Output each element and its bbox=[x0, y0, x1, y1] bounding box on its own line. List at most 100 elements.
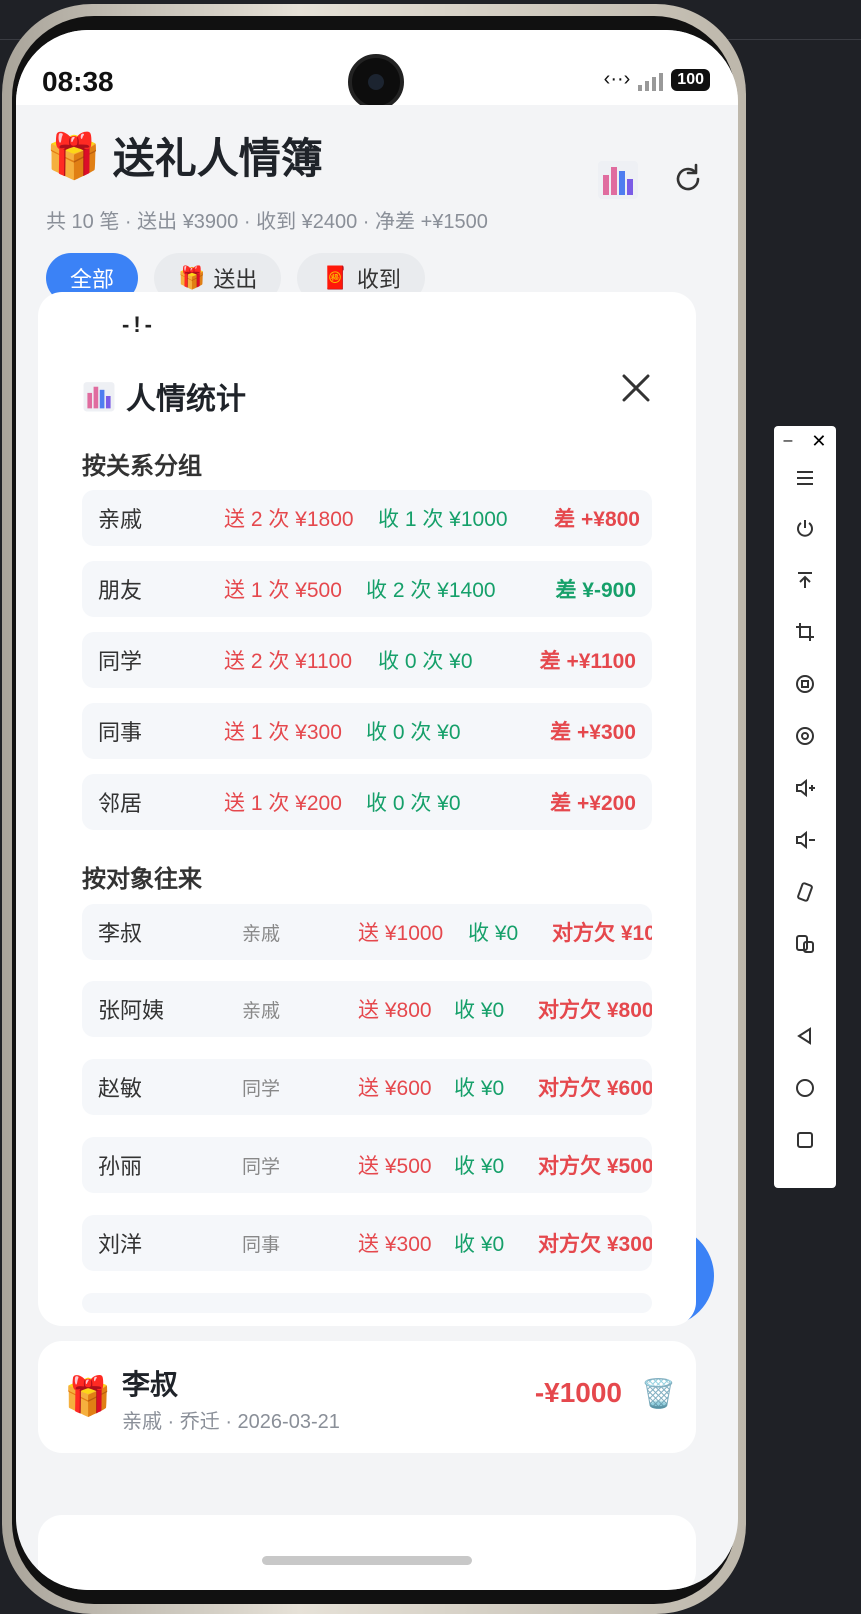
relation-row: 同事 送 1 次 ¥300 收 0 次 ¥0 差 +¥300 bbox=[82, 703, 652, 759]
crop-button[interactable] bbox=[774, 612, 836, 652]
sent-summary: 送 2 次 ¥1100 bbox=[224, 650, 353, 673]
sent-summary: 送 1 次 ¥500 bbox=[224, 579, 342, 602]
record-icon bbox=[796, 727, 814, 745]
menu-icon bbox=[797, 471, 813, 485]
person-name: 刘洋 bbox=[98, 1232, 143, 1257]
refresh-button[interactable] bbox=[666, 157, 710, 201]
person-row: 张阿姨 亲戚 送 ¥800 收 ¥0 对方欠 ¥800 bbox=[82, 981, 652, 1037]
difference-value: 差 +¥800 bbox=[554, 508, 640, 531]
sent-amount: 送 ¥300 bbox=[358, 1233, 432, 1256]
tab-label: 收到 bbox=[356, 267, 401, 292]
person-name: 孙丽 bbox=[98, 1154, 143, 1179]
balance-value: 对方欠 ¥500 bbox=[538, 1155, 652, 1178]
overview-button[interactable] bbox=[774, 1120, 836, 1160]
back-button[interactable] bbox=[774, 1016, 836, 1056]
close-modal-button[interactable] bbox=[616, 368, 656, 408]
gift-icon: 🎁 bbox=[46, 131, 101, 181]
person-relation: 亲戚 bbox=[242, 923, 281, 945]
nfc-icon: ‹··› bbox=[603, 68, 631, 90]
received-amount: 收 ¥0 bbox=[468, 922, 519, 945]
trash-icon[interactable]: 🗑️ bbox=[641, 1377, 676, 1410]
screenshot-icon bbox=[796, 675, 814, 693]
relation-name: 亲戚 bbox=[98, 507, 143, 532]
home-indicator[interactable] bbox=[262, 1556, 472, 1565]
sent-amount: 送 ¥600 bbox=[358, 1077, 432, 1100]
person-relation: 同学 bbox=[242, 1156, 281, 1178]
person-relation: 同事 bbox=[242, 1234, 281, 1256]
status-bar: 08:38 ‹··› 100 bbox=[16, 30, 738, 110]
record-card-partial bbox=[38, 1515, 696, 1590]
tab-label: 全部 bbox=[70, 267, 115, 292]
close-icon bbox=[622, 374, 650, 402]
relation-row: 亲戚 送 2 次 ¥1800 收 1 次 ¥1000 差 +¥800 bbox=[82, 490, 652, 546]
sent-summary: 送 2 次 ¥1800 bbox=[224, 508, 354, 531]
home-icon bbox=[796, 1079, 814, 1097]
relation-row: 朋友 送 1 次 ¥500 收 2 次 ¥1400 差 ¥-900 bbox=[82, 561, 652, 617]
sent-summary: 送 1 次 ¥200 bbox=[224, 792, 342, 815]
red-envelope-icon: 🧧 bbox=[321, 265, 349, 290]
fold-icon bbox=[796, 935, 814, 953]
received-amount: 收 ¥0 bbox=[454, 1077, 505, 1100]
record-name: 李叔 bbox=[122, 1369, 179, 1400]
window-controls: – ✕ bbox=[774, 426, 836, 456]
volume-down-button[interactable] bbox=[774, 820, 836, 860]
screenshot-button[interactable] bbox=[774, 664, 836, 704]
person-row: 李叔 亲戚 送 ¥1000 收 ¥0 对方欠 ¥1000 bbox=[82, 904, 652, 960]
home-button[interactable] bbox=[774, 1068, 836, 1108]
relation-name: 邻居 bbox=[98, 791, 143, 816]
section-heading-relation: 按关系分组 bbox=[82, 453, 202, 480]
person-name: 张阿姨 bbox=[98, 998, 165, 1023]
power-icon bbox=[797, 520, 813, 537]
volume-down-icon bbox=[796, 830, 815, 850]
modal-title: 人情统计 bbox=[126, 383, 246, 416]
relation-name: 同学 bbox=[98, 649, 143, 674]
received-summary: 收 0 次 ¥0 bbox=[366, 721, 461, 744]
received-summary: 收 1 次 ¥1000 bbox=[378, 508, 508, 531]
received-summary: 收 0 次 ¥0 bbox=[378, 650, 473, 673]
gift-icon: 🎁 bbox=[64, 1376, 112, 1418]
top-button[interactable] bbox=[774, 560, 836, 600]
balance-value: 对方欠 ¥600 bbox=[538, 1077, 652, 1100]
person-relation: 亲戚 bbox=[242, 1000, 281, 1022]
sent-amount: 送 ¥500 bbox=[358, 1155, 432, 1178]
minimize-icon[interactable]: – bbox=[784, 432, 793, 450]
title-row: 🎁 送礼人情簿 bbox=[46, 125, 323, 186]
received-amount: 收 ¥0 bbox=[454, 1233, 505, 1256]
record-screen-button[interactable] bbox=[774, 716, 836, 756]
back-icon bbox=[797, 1027, 811, 1045]
received-amount: 收 ¥0 bbox=[454, 1155, 505, 1178]
stats-modal: -!- 人情统计 按关系分组 亲戚 送 2 次 ¥1800 收 1 次 ¥100… bbox=[38, 292, 696, 1326]
stats-chart-button[interactable] bbox=[596, 157, 640, 201]
record-meta: 亲戚 · 乔迁 · 2026-03-21 bbox=[122, 1411, 340, 1433]
person-name: 赵敏 bbox=[98, 1076, 143, 1101]
difference-value: 差 +¥200 bbox=[550, 792, 636, 815]
person-row: 赵敏 同学 送 ¥600 收 ¥0 对方欠 ¥600 bbox=[82, 1059, 652, 1115]
page-title: 送礼人情簿 bbox=[112, 135, 323, 182]
crop-icon bbox=[796, 623, 814, 641]
balance-value: 对方欠 ¥1000 bbox=[552, 922, 652, 945]
fold-button[interactable] bbox=[774, 924, 836, 964]
pin-top-icon bbox=[798, 572, 812, 588]
person-name: 李叔 bbox=[98, 921, 143, 946]
overview-icon bbox=[797, 1132, 813, 1148]
record-amount: -¥1000 bbox=[534, 1377, 622, 1408]
tab-label: 送出 bbox=[213, 267, 258, 292]
power-button[interactable] bbox=[774, 508, 836, 548]
volume-up-button[interactable] bbox=[774, 768, 836, 808]
summary-text: 共 10 笔 · 送出 ¥3900 · 收到 ¥2400 · 净差 +¥1500 bbox=[46, 211, 488, 233]
difference-value: 差 +¥300 bbox=[550, 721, 636, 744]
emulator-toolbar: – ✕ bbox=[774, 426, 836, 1188]
record-card[interactable]: 🎁 李叔 亲戚 · 乔迁 · 2026-03-21 -¥1000 🗑️ bbox=[38, 1341, 696, 1453]
person-row: 刘洋 同事 送 ¥300 收 ¥0 对方欠 ¥300 bbox=[82, 1215, 652, 1271]
person-row: 孙丽 同学 送 ¥500 收 ¥0 对方欠 ¥500 bbox=[82, 1137, 652, 1193]
rotate-icon bbox=[797, 882, 813, 902]
received-summary: 收 0 次 ¥0 bbox=[366, 792, 461, 815]
menu-button[interactable] bbox=[774, 458, 836, 498]
received-amount: 收 ¥0 bbox=[454, 999, 505, 1022]
signal-icon bbox=[638, 69, 664, 91]
received-summary: 收 2 次 ¥1400 bbox=[366, 579, 496, 602]
close-icon[interactable]: ✕ bbox=[811, 431, 826, 452]
rotate-button[interactable] bbox=[774, 872, 836, 912]
status-icons: ‹··› 100 bbox=[604, 68, 710, 91]
balance-value: 对方欠 ¥300 bbox=[538, 1233, 652, 1256]
